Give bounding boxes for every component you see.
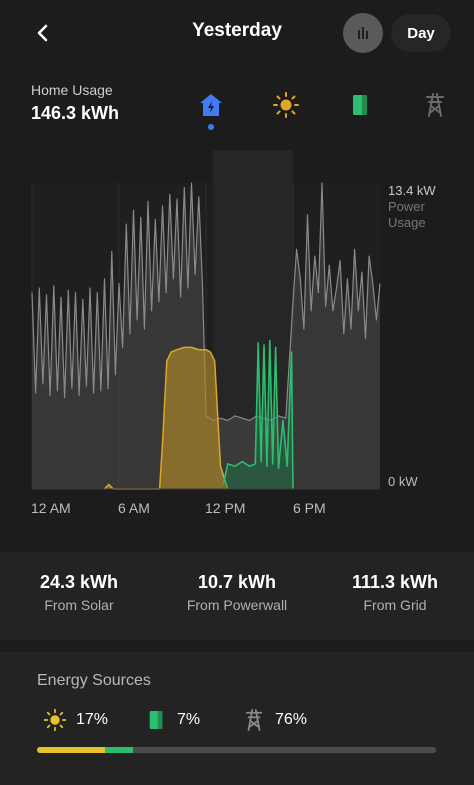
sun-icon (42, 707, 68, 733)
summary-grid: 111.3 kWh From Grid (316, 572, 474, 613)
home-usage-value: 146.3 kWh (31, 103, 120, 123)
summary-solar-label: From Solar (44, 597, 114, 613)
summary-powerwall-value: 10.7 kWh (197, 572, 277, 592)
y-axis-max-value: 13.4 kW (388, 183, 436, 198)
tab-solar[interactable] (269, 88, 303, 122)
summary-solar: 24.3 kWh From Solar (0, 572, 158, 613)
tab-powerwall[interactable] (343, 88, 377, 122)
powerwall-icon (353, 95, 367, 115)
grid-tower-icon (426, 93, 444, 117)
source-grid-percent: 76% (275, 711, 308, 728)
grid-tower-icon (241, 707, 267, 733)
period-button[interactable]: Day (391, 14, 451, 52)
bar-chart-icon (358, 27, 368, 39)
summary-grid-label: From Grid (363, 597, 427, 613)
powerwall-icon (143, 707, 169, 733)
chart-view-button[interactable] (343, 13, 383, 53)
energy-sources-title: Energy Sources (37, 672, 151, 689)
tab-grid[interactable] (418, 88, 452, 122)
selected-tab-indicator (208, 124, 214, 130)
home-usage-label: Home Usage (31, 82, 113, 98)
summary-powerwall: 10.7 kWh From Powerwall (158, 572, 316, 613)
energy-sources-bar-segment (132, 747, 436, 753)
source-powerwall: 7% (143, 707, 200, 733)
source-powerwall-percent: 7% (177, 711, 201, 728)
x-tick-6pm: 6 PM (293, 500, 326, 516)
energy-sources-bar (37, 747, 436, 753)
header: Yesterday Day (0, 0, 474, 70)
x-tick-12am: 12 AM (31, 500, 71, 516)
sun-icon (273, 92, 299, 118)
summary-powerwall-label: From Powerwall (186, 597, 288, 613)
x-tick-12pm: 12 PM (205, 500, 246, 516)
summary-grid-value: 111.3 kWh (351, 572, 439, 592)
energy-sources-bar-segment (37, 747, 105, 753)
source-solar: 17% (42, 707, 108, 733)
energy-summary: 24.3 kWh From Solar 10.7 kWh From Powerw… (0, 552, 474, 640)
x-tick-6am: 6 AM (118, 500, 150, 516)
energy-sources-bar-segment (104, 747, 133, 753)
y-axis-max: 13.4 kW Power Usage (388, 183, 440, 231)
source-solar-percent: 17% (76, 711, 109, 728)
y-axis-title: Power Usage (388, 199, 426, 230)
y-axis-min: 0 kW (388, 474, 418, 489)
source-grid: 76% (241, 707, 307, 733)
tab-home[interactable] (194, 88, 228, 122)
summary-solar-value: 24.3 kWh (39, 572, 119, 592)
home-bolt-icon (200, 94, 222, 116)
energy-sources-panel: Energy Sources 17% 7% 76% (0, 652, 474, 785)
